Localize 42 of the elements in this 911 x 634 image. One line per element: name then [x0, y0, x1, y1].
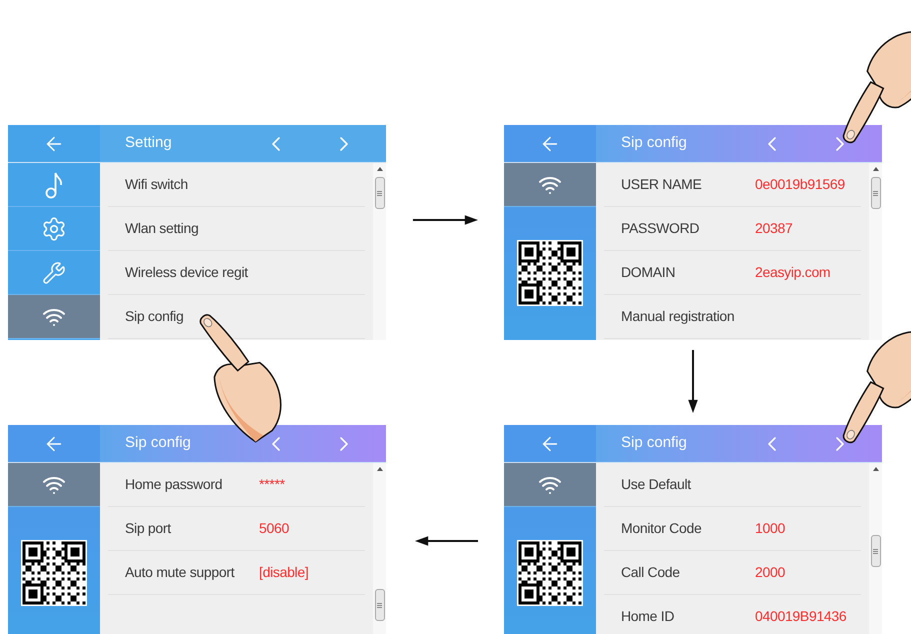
screen-title: Sip config — [621, 133, 688, 154]
setting-value: ***** — [259, 475, 285, 494]
setting-label[interactable]: Wifi switch — [125, 174, 259, 195]
setting-value: 040019B91436 — [755, 607, 846, 626]
music-note-icon — [44, 170, 64, 198]
setting-value: 20387 — [755, 219, 792, 238]
setting-label[interactable]: Sip port — [125, 518, 259, 539]
screen-title: Setting — [125, 133, 173, 154]
sidebar-item[interactable] — [504, 163, 596, 207]
setting-label[interactable]: PASSWORD — [621, 218, 755, 239]
setting-value: 1000 — [755, 519, 785, 538]
setting-value: 0e0019b91569 — [755, 175, 845, 194]
setting-label[interactable]: Sip config — [125, 306, 259, 327]
screen-title: Sip config — [621, 433, 688, 454]
setting-label[interactable]: Use Default — [621, 474, 755, 495]
sidebar-item[interactable] — [8, 463, 100, 507]
setting-value: 2easyip.com — [755, 263, 830, 282]
sidebar-item[interactable] — [504, 463, 596, 507]
setting-label[interactable]: Auto mute support — [125, 562, 259, 583]
setting-label[interactable]: Wlan setting — [125, 218, 259, 239]
setting-label[interactable]: Home ID — [621, 606, 755, 627]
sidebar-item[interactable] — [8, 295, 100, 339]
setting-label[interactable]: Manual registration — [621, 306, 755, 327]
settings-icon — [41, 216, 67, 242]
screen-title: Sip config — [125, 433, 192, 454]
setting-value: 2000 — [755, 563, 785, 582]
wrench-icon — [42, 260, 66, 284]
setting-label[interactable]: DOMAIN — [621, 262, 755, 283]
flow-arrow — [413, 215, 478, 225]
setting-value: [disable] — [259, 563, 308, 582]
scrollbar[interactable] — [373, 463, 386, 634]
setting-label[interactable]: USER NAME — [621, 174, 755, 195]
flow-arrow — [688, 350, 698, 413]
setting-label[interactable]: Wireless device regit — [125, 262, 259, 283]
setting-label[interactable]: Home password — [125, 474, 259, 495]
setting-label[interactable]: Call Code — [621, 562, 755, 583]
flow-arrow — [415, 536, 478, 546]
setting-value: 5060 — [259, 519, 289, 538]
setting-label[interactable]: Monitor Code — [621, 518, 755, 539]
scrollbar[interactable] — [869, 463, 882, 634]
scrollbar[interactable] — [869, 163, 882, 340]
scrollbar[interactable] — [373, 163, 386, 340]
